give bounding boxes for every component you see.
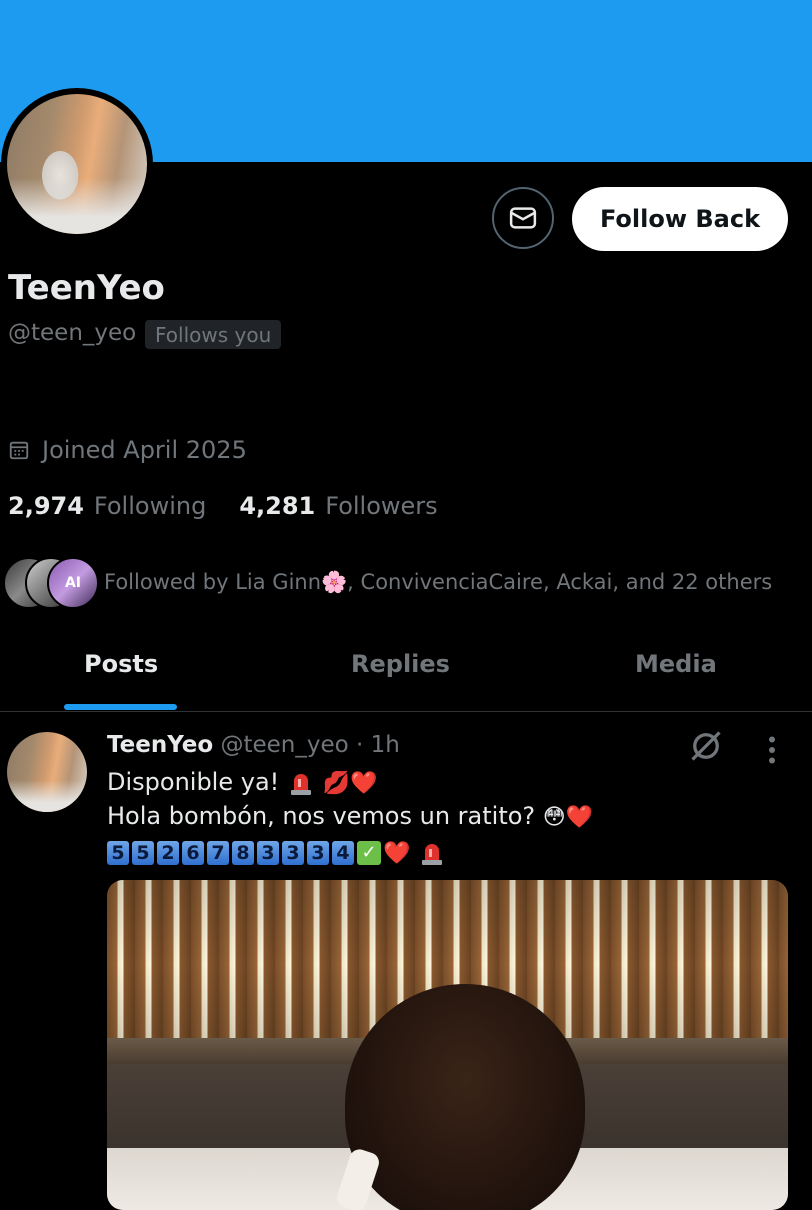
profile-name: TeenYeo bbox=[8, 268, 165, 308]
message-button[interactable] bbox=[492, 187, 554, 249]
keycap-digit: 2 bbox=[157, 841, 179, 865]
follow-stats: 2,974 Following 4,281 Followers bbox=[8, 492, 471, 520]
post-line1-emojis: 💋❤️ bbox=[322, 771, 378, 796]
follow-back-button[interactable]: Follow Back bbox=[572, 187, 788, 251]
post-line3-emojis: ❤️ bbox=[383, 841, 411, 866]
post-time[interactable]: · 1h bbox=[356, 732, 400, 758]
keycap-digit: 5 bbox=[107, 841, 129, 865]
followers-label: Followers bbox=[325, 492, 438, 520]
keycap-digit: 7 bbox=[207, 841, 229, 865]
joined-text: Joined April 2025 bbox=[42, 436, 247, 464]
keycap-digit: 8 bbox=[232, 841, 254, 865]
envelope-icon bbox=[509, 207, 537, 229]
more-options-icon[interactable] bbox=[760, 732, 784, 768]
tab-replies[interactable]: Replies bbox=[351, 650, 450, 678]
tab-media[interactable]: Media bbox=[635, 650, 717, 678]
active-tab-indicator bbox=[64, 704, 177, 710]
followers-stat[interactable]: 4,281 Followers bbox=[239, 492, 437, 520]
followers-count: 4,281 bbox=[239, 492, 316, 520]
profile-avatar[interactable] bbox=[1, 88, 153, 240]
keycap-digit: 3 bbox=[257, 841, 279, 865]
keycap-digit: 4 bbox=[332, 841, 354, 865]
siren-icon bbox=[422, 844, 443, 865]
keycap-digit: 3 bbox=[307, 841, 329, 865]
post-line1-text: Disponible ya! bbox=[107, 768, 280, 796]
check-mark-icon: ✓ bbox=[357, 841, 381, 865]
profile-avatar-image bbox=[7, 94, 147, 234]
profile-handle: @teen_yeo bbox=[8, 320, 137, 346]
post-text-line-1: Disponible ya! 💋❤️ bbox=[107, 768, 377, 796]
tab-posts[interactable]: Posts bbox=[84, 650, 158, 678]
keycap-digit: 3 bbox=[282, 841, 304, 865]
profile-tabs: Posts Replies Media bbox=[0, 640, 812, 712]
calendar-icon bbox=[9, 441, 29, 460]
following-count: 2,974 bbox=[8, 492, 84, 520]
post-media-image[interactable] bbox=[107, 880, 788, 1210]
grok-icon[interactable] bbox=[688, 728, 724, 764]
post-author-name[interactable]: TeenYeo bbox=[107, 732, 213, 758]
post-text-line-2: Hola bombón, nos vemos un ratito? 😳❤️ bbox=[107, 802, 593, 830]
post-author-avatar[interactable] bbox=[7, 732, 87, 812]
joined-date: Joined April 2025 bbox=[8, 436, 247, 464]
post-line2-text: Hola bombón, nos vemos un ratito? bbox=[107, 802, 536, 830]
following-stat[interactable]: 2,974 Following bbox=[8, 492, 206, 520]
followed-by-text[interactable]: Followed by Lia Ginn🌸, ConvivenciaCaire,… bbox=[104, 570, 772, 595]
follower-avatar: AI bbox=[47, 557, 99, 609]
post-phone-line: 5 5 2 6 7 8 3 3 3 4 ✓ ❤️ bbox=[107, 838, 446, 866]
photo-person bbox=[345, 984, 585, 1210]
follows-you-badge: Follows you bbox=[145, 320, 282, 349]
post-header: TeenYeo @teen_yeo · 1h bbox=[107, 732, 400, 758]
following-label: Following bbox=[93, 492, 207, 520]
keycap-digit: 5 bbox=[132, 841, 154, 865]
siren-icon bbox=[290, 774, 311, 795]
keycap-digit: 6 bbox=[182, 841, 204, 865]
post-line2-emojis: 😳❤️ bbox=[542, 805, 594, 830]
followed-by-avatars[interactable]: AI bbox=[3, 557, 99, 609]
post-author-handle[interactable]: @teen_yeo bbox=[220, 732, 348, 758]
